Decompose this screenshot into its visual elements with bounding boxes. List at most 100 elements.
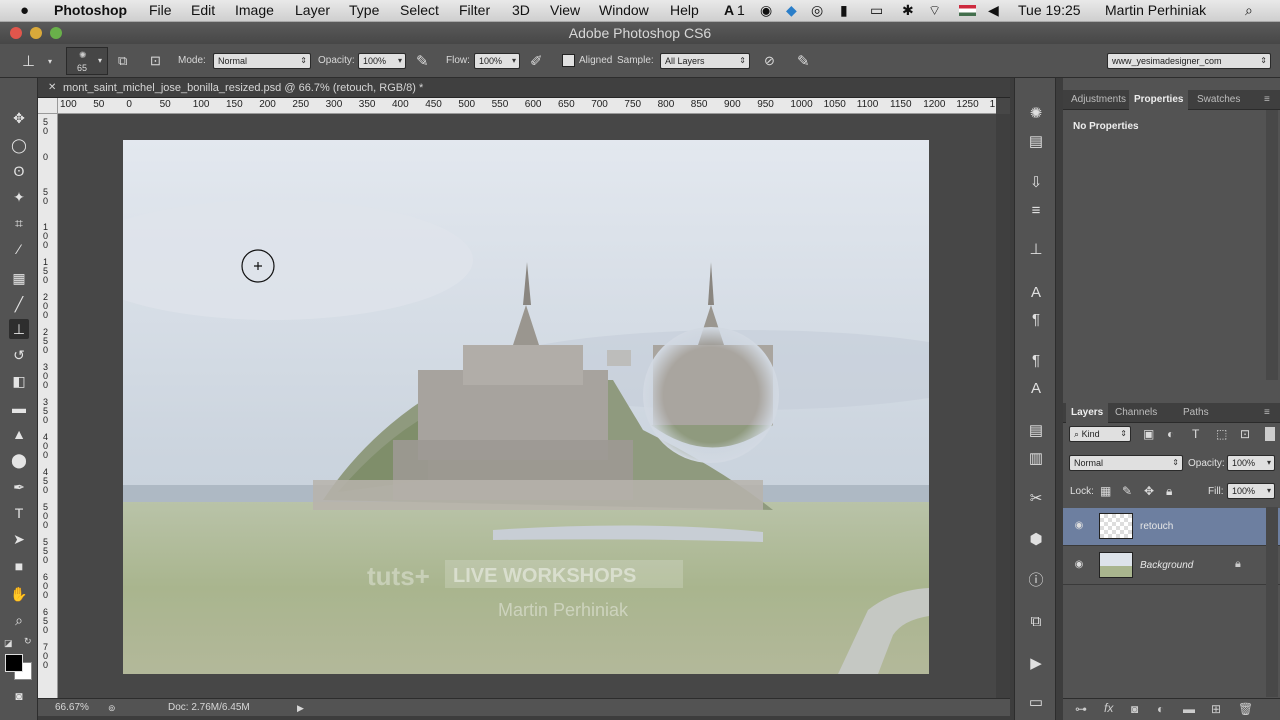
character-styles-icon[interactable]: A: [1025, 378, 1047, 400]
document-canvas[interactable]: tuts+ LIVE WORKSHOPS Martin Perhiniak: [123, 140, 929, 674]
panel-menu-icon[interactable]: ≡: [1259, 403, 1275, 423]
tab-adjustments[interactable]: Adjustments: [1066, 90, 1131, 110]
layer-row-background[interactable]: ◉ Background 🔒︎: [1063, 547, 1280, 585]
wifi-icon[interactable]: ⌔: [928, 2, 941, 20]
menu-window[interactable]: Window: [599, 2, 649, 18]
ruler-origin[interactable]: [38, 98, 58, 114]
filter-shape-icon[interactable]: ⬚: [1216, 427, 1227, 441]
type-tool-icon[interactable]: T: [9, 503, 29, 523]
menu-select[interactable]: Select: [400, 2, 439, 18]
tab-swatches[interactable]: Swatches: [1192, 90, 1245, 110]
menu-image[interactable]: Image: [235, 2, 274, 18]
actions-panel-icon[interactable]: ▤: [1025, 131, 1047, 153]
zoom-window-button[interactable]: [50, 27, 62, 39]
filter-toggle[interactable]: [1265, 427, 1275, 441]
opacity-field[interactable]: 100% ▾: [358, 53, 406, 69]
brush-panel-toggle-icon[interactable]: ⧉: [118, 53, 127, 69]
spotlight-search-icon[interactable]: ⌕: [1245, 2, 1253, 19]
measurement-icon[interactable]: ▭: [1025, 692, 1047, 714]
notes-panel-icon[interactable]: ▤: [1025, 420, 1047, 442]
pen-tool-icon[interactable]: ✒: [9, 477, 29, 497]
filter-smart-object-icon[interactable]: ⊡: [1240, 427, 1250, 441]
menu-edit[interactable]: Edit: [191, 2, 215, 18]
zoom-level[interactable]: 66.67%: [55, 699, 89, 717]
blur-tool-icon[interactable]: ▲: [9, 424, 29, 444]
lock-transparent-icon[interactable]: ▦: [1100, 484, 1111, 498]
menu-file[interactable]: File: [149, 2, 172, 18]
clone-source-icon[interactable]: ⊥: [1025, 239, 1047, 261]
creative-cloud-icon[interactable]: ◎: [811, 2, 823, 19]
timeline-play-icon[interactable]: ▶: [1025, 653, 1047, 675]
brush-panel-icon[interactable]: ≡: [1025, 200, 1047, 222]
aligned-checkbox[interactable]: [562, 54, 575, 67]
visibility-eye-icon[interactable]: ◉: [1073, 520, 1085, 532]
ignore-adjustment-layers-icon[interactable]: ⊘: [764, 53, 775, 69]
history-panel-icon[interactable]: ✺: [1025, 103, 1047, 125]
quick-mask-icon[interactable]: ◙: [9, 686, 29, 706]
layer-opacity-field[interactable]: 100% ▾: [1227, 455, 1275, 471]
close-tab-icon[interactable]: ✕: [48, 78, 56, 98]
history-brush-tool-icon[interactable]: ↺: [9, 345, 29, 365]
tab-layers[interactable]: Layers: [1066, 403, 1109, 423]
info-panel-icon[interactable]: ⓘ: [1025, 570, 1047, 592]
brush-tool-icon[interactable]: ╱: [9, 294, 29, 314]
mode-dropdown[interactable]: Normal ⇕: [213, 53, 311, 69]
airbrush-icon[interactable]: ✐: [530, 52, 543, 70]
layer-filter-kind[interactable]: ⌕ Kind ⇕: [1069, 426, 1131, 442]
menu-view[interactable]: View: [550, 2, 580, 18]
clone-stamp-tool-icon[interactable]: ⊥: [9, 319, 29, 339]
menu-extra-icon-2[interactable]: ▮: [840, 2, 848, 19]
menu-extra-icon-1[interactable]: ◉: [760, 2, 772, 19]
character-panel-icon[interactable]: A: [1025, 282, 1047, 304]
layers-scrollbar[interactable]: [1266, 507, 1278, 697]
filter-type-icon[interactable]: T: [1192, 427, 1199, 441]
dodge-tool-icon[interactable]: ⬤: [9, 450, 29, 470]
status-menu-arrow-icon[interactable]: ▶: [297, 699, 304, 717]
flow-field[interactable]: 100% ▾: [474, 53, 520, 69]
close-window-button[interactable]: [10, 27, 22, 39]
adobe-a-icon[interactable]: A: [724, 2, 734, 18]
status-share-icon[interactable]: ⊚: [108, 699, 116, 717]
shape-tool-icon[interactable]: ■: [9, 556, 29, 576]
eraser-tool-icon[interactable]: ◧: [9, 371, 29, 391]
info-list-icon[interactable]: ▥: [1025, 448, 1047, 470]
menu-type[interactable]: Type: [349, 2, 379, 18]
tab-channels[interactable]: Channels: [1110, 403, 1162, 423]
swap-colors-icon[interactable]: ↻: [24, 636, 32, 647]
tab-properties[interactable]: Properties: [1129, 90, 1189, 110]
apple-icon[interactable]: ●: [20, 2, 29, 19]
properties-scrollbar[interactable]: [1266, 110, 1278, 380]
tool-presets-icon[interactable]: ✂: [1025, 488, 1047, 510]
menu-layer[interactable]: Layer: [295, 2, 330, 18]
lock-pixels-icon[interactable]: ✎: [1122, 484, 1132, 498]
paragraph-panel-icon[interactable]: ¶: [1025, 309, 1047, 331]
filter-pixel-icon[interactable]: ▣: [1143, 427, 1154, 441]
delete-layer-icon[interactable]: 🗑︎: [1238, 702, 1253, 716]
lock-all-icon[interactable]: 🔒︎: [1166, 484, 1172, 499]
menu-help[interactable]: Help: [670, 2, 699, 18]
eyedropper-tool-icon[interactable]: ⁄: [9, 239, 29, 259]
hand-tool-icon[interactable]: ✋: [9, 584, 29, 604]
vertical-ruler[interactable]: 5 0 0 5 0 1 0 0 1 5 0 2 0 0 2 5 0 3 0 0 3 5 0 4 0…: [38, 114, 58, 698]
brush-presets-icon[interactable]: ⇩: [1025, 172, 1047, 194]
link-layers-icon[interactable]: ⊶: [1075, 702, 1087, 716]
display-icon[interactable]: ▭: [870, 2, 883, 19]
layer-comps-icon[interactable]: ⧉: [1025, 611, 1047, 633]
minimize-window-button[interactable]: [30, 27, 42, 39]
layer-style-icon[interactable]: fx: [1104, 701, 1113, 715]
new-layer-icon[interactable]: ⊞: [1211, 702, 1221, 716]
adjustment-layer-icon[interactable]: ◐: [1157, 702, 1164, 716]
bluetooth-icon[interactable]: ✱: [902, 2, 914, 19]
sample-dropdown[interactable]: All Layers ⇕: [660, 53, 750, 69]
filter-adjustment-icon[interactable]: ◐: [1167, 427, 1174, 441]
quick-selection-tool-icon[interactable]: ✦: [9, 187, 29, 207]
brush-preset-picker[interactable]: ✺ 65 ▾: [66, 47, 108, 75]
default-colors-icon[interactable]: ◪: [4, 638, 13, 649]
horizontal-ruler[interactable]: 100 50 0 50 100 150 200 250 300 350 400 450 500 550 60…: [58, 98, 996, 114]
document-tab-title[interactable]: mont_saint_michel_jose_bonilla_resized.p…: [63, 78, 423, 98]
marquee-tool-icon[interactable]: ◯: [9, 135, 29, 155]
paragraph-styles-icon[interactable]: ¶: [1025, 350, 1047, 372]
tab-paths[interactable]: Paths: [1178, 403, 1214, 423]
path-selection-tool-icon[interactable]: ➤: [9, 529, 29, 549]
clone-stamp-preset-icon[interactable]: ⊥: [22, 52, 35, 70]
